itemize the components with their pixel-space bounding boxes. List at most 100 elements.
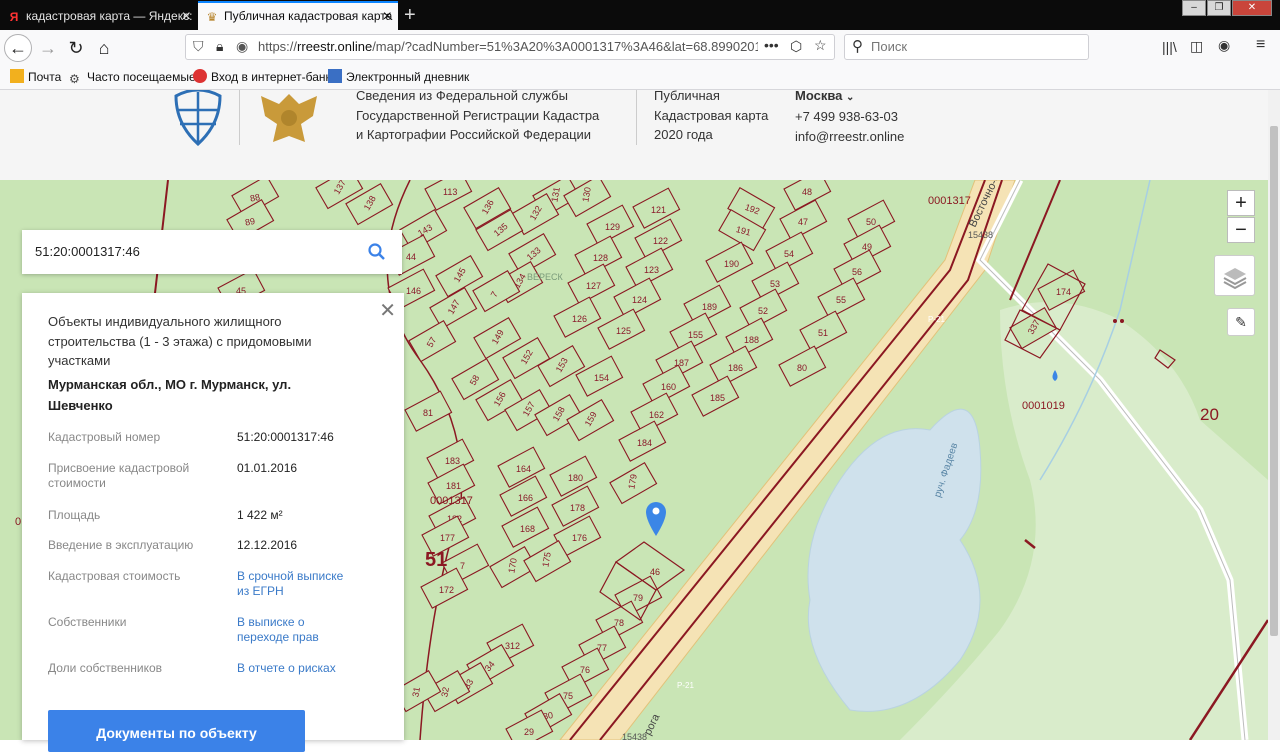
- eagle-icon: ♛: [206, 10, 218, 24]
- shares-link[interactable]: В отчете о рисках: [237, 661, 377, 676]
- map-label-route: Р-21: [928, 315, 945, 324]
- plot-number: 154: [594, 373, 609, 383]
- mail-icon: [10, 69, 24, 83]
- header-description: Сведения из Федеральной службы Государст…: [356, 86, 599, 145]
- field-label: Введение в эксплуатацию: [48, 538, 194, 552]
- minimize-icon[interactable]: –: [1182, 0, 1206, 16]
- search-input[interactable]: ⚲ Поиск: [844, 34, 1089, 60]
- tab-label: кадастровая карта — Яндекс:: [26, 9, 193, 23]
- email-link[interactable]: info@rreestr.online: [795, 127, 904, 147]
- forward-icon[interactable]: →: [34, 34, 62, 62]
- plot-number: 29: [524, 727, 534, 737]
- tab-bar: Я кадастровая карта — Яндекс: × ♛ Публич…: [0, 0, 1280, 30]
- home-icon[interactable]: ⌂: [90, 34, 118, 62]
- sidebar-icon[interactable]: ◫: [1190, 38, 1203, 55]
- plot-number: 184: [637, 438, 652, 448]
- zoom-in-button[interactable]: +: [1227, 190, 1255, 216]
- plot-number: 53: [770, 279, 780, 289]
- bookmark-frequent[interactable]: ⚙ Часто посещаемые: [69, 65, 196, 89]
- plot-number: 81: [423, 408, 433, 418]
- plot-number: 178: [570, 503, 585, 513]
- account-icon[interactable]: ◉: [1218, 37, 1230, 54]
- plot-number: 51: [818, 328, 828, 338]
- menu-icon[interactable]: ≡: [1256, 36, 1265, 54]
- plot-number: 56: [852, 267, 862, 277]
- map-label-quarter: 0001317: [430, 495, 473, 507]
- navigation-bar: ← → ↻ ⌂ ⛉ 🔒︎ ◉ https://rreestr.online/ma…: [0, 30, 1280, 65]
- url-bar[interactable]: ⛉ 🔒︎ ◉ https://rreestr.online/map/?cadNu…: [185, 34, 835, 60]
- tab-cadastral-map[interactable]: ♛ Публичная кадастровая карта ×: [198, 1, 398, 30]
- library-icon[interactable]: |||\: [1162, 39, 1177, 55]
- plot-number: 174: [1056, 287, 1071, 297]
- object-type: Объекты индивидуального жилищного строит…: [48, 314, 312, 368]
- shield-icon[interactable]: ⛉: [193, 38, 204, 55]
- close-tab-icon[interactable]: ×: [182, 3, 191, 30]
- ruler-button[interactable]: ✎: [1227, 308, 1255, 336]
- plot-number: 160: [661, 382, 676, 392]
- plot-number: 166: [518, 493, 533, 503]
- site-header: Сведения из Федеральной службы Государст…: [0, 88, 1268, 181]
- scrollbar-thumb[interactable]: [1270, 126, 1278, 636]
- bank-icon: [193, 69, 207, 83]
- layers-button[interactable]: [1214, 255, 1255, 296]
- plot-number: 124: [632, 295, 647, 305]
- map-label-route: Р-21: [677, 681, 694, 690]
- plot-number: 89: [244, 216, 256, 228]
- cadastral-search-box[interactable]: 51:20:0001317:46: [22, 230, 402, 274]
- plot-number: 113: [443, 187, 457, 197]
- pocket-icon[interactable]: ⬡: [790, 38, 802, 55]
- new-tab-icon[interactable]: +: [404, 2, 416, 28]
- marker-plot-number: 46: [650, 567, 660, 577]
- info-icon[interactable]: ◉: [236, 38, 248, 55]
- documents-button[interactable]: Документы по объекту: [48, 710, 305, 752]
- close-icon[interactable]: ✕: [379, 298, 396, 323]
- header-product: Публичная Кадастровая карта 2020 года: [654, 86, 768, 145]
- object-info-panel: ✕ Объекты индивидуального жилищного стро…: [22, 293, 404, 752]
- map-label-quarter: 0001019: [1022, 400, 1065, 412]
- map-label-quarter: 0001317: [928, 195, 971, 207]
- bookmark-bank[interactable]: Вход в интернет-банк: [193, 65, 331, 89]
- yandex-icon: Я: [9, 10, 19, 24]
- reload-icon[interactable]: ↻: [62, 34, 90, 62]
- cadastral-search-input[interactable]: 51:20:0001317:46: [35, 230, 140, 274]
- plot-number: 55: [836, 295, 846, 305]
- owners-link[interactable]: В выписке о переходе прав: [237, 615, 347, 645]
- plot-number: 129: [605, 222, 620, 232]
- plot-number: 164: [516, 464, 531, 474]
- url-text[interactable]: https://rreestr.online/map/?cadNumber=51…: [258, 35, 758, 59]
- page-scrollbar[interactable]: [1268, 90, 1280, 740]
- bookmark-mail[interactable]: Почта: [10, 65, 61, 89]
- plot-number: 80: [797, 363, 807, 373]
- plot-number: 54: [784, 249, 794, 259]
- search-icon[interactable]: [368, 243, 386, 261]
- plot-number: 76: [580, 665, 590, 675]
- city-selector[interactable]: Москва ⌄: [795, 86, 854, 108]
- search-icon: ⚲: [852, 38, 863, 55]
- tab-yandex[interactable]: Я кадастровая карта — Яндекс: ×: [0, 3, 197, 30]
- phone-link[interactable]: +7 499 938-63-03: [795, 107, 898, 127]
- plot-number: 79: [633, 593, 643, 603]
- back-icon[interactable]: ←: [4, 34, 32, 62]
- plot-number: 47: [798, 217, 808, 227]
- field-label: Кадастровый номер: [48, 430, 161, 444]
- cadastral-value-link[interactable]: В срочной выписке из ЕГРН: [237, 569, 357, 599]
- map-label-cadastral-district: 51: [425, 549, 447, 571]
- close-tab-icon[interactable]: ×: [383, 3, 392, 30]
- bookmark-star-icon[interactable]: ☆: [814, 37, 827, 54]
- diary-icon: [328, 69, 342, 83]
- field-label: Собственники: [48, 615, 127, 629]
- zoom-out-button[interactable]: −: [1227, 217, 1255, 243]
- map-marker-icon[interactable]: 46: [646, 502, 666, 577]
- header-line: Сведения из Федеральной службы: [356, 88, 568, 103]
- object-address: Мурманская обл., МО г. Мурманск, ул. Шев…: [48, 377, 292, 413]
- lock-icon[interactable]: 🔒︎: [216, 38, 223, 55]
- more-icon[interactable]: •••: [764, 37, 779, 53]
- maximize-icon[interactable]: ❐: [1207, 0, 1231, 16]
- header-line: и Картографии Российской Федерации: [356, 127, 592, 142]
- chevron-down-icon: ⌄: [846, 92, 855, 103]
- header-line: Государственной Регистрации Кадастра: [356, 107, 600, 123]
- plot-number: 183: [445, 456, 460, 466]
- field-label: Присвоение кадастровой стоимости: [48, 461, 190, 490]
- header-line: 2020 года: [654, 127, 713, 142]
- window-close-icon[interactable]: ✕: [1232, 0, 1272, 16]
